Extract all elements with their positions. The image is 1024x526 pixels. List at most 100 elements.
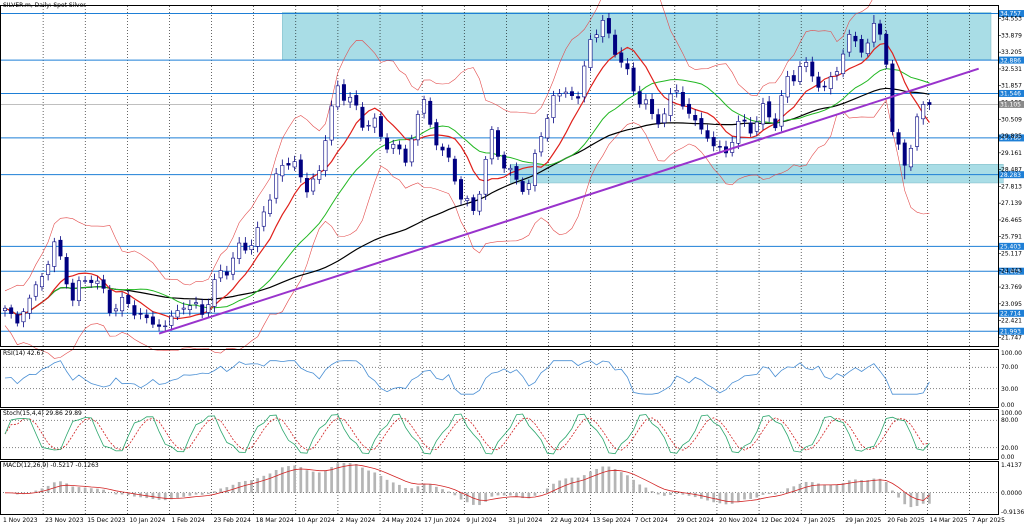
candle-body [705, 130, 710, 139]
y-tick-label: 33.879 [1001, 32, 1022, 39]
candle-body [329, 105, 334, 141]
candle-body [865, 42, 870, 54]
y-tick-label: 24.443 [1001, 267, 1022, 274]
candle-body [797, 66, 802, 82]
candle-body [95, 280, 100, 284]
candle-body [896, 132, 901, 145]
candle-body [101, 279, 106, 289]
x-tick-label: 31 Jul 2024 [508, 517, 542, 524]
candle-body [828, 76, 833, 89]
candle-body [261, 211, 266, 227]
x-tick-label: 1 Feb 2024 [171, 517, 205, 524]
x-tick-label: 20 Feb 2025 [887, 517, 925, 524]
candle-body [267, 199, 272, 214]
candle-body [526, 183, 531, 190]
candle-body [107, 289, 112, 314]
y-tick-label: 23.769 [1001, 284, 1022, 291]
pane-level-label: 20.00 [1001, 445, 1018, 452]
candle-body [341, 84, 346, 101]
candle-body [884, 33, 889, 65]
candle-body [231, 257, 236, 275]
candle-body [915, 116, 920, 147]
candle-body [785, 76, 790, 98]
candle-body [15, 314, 20, 324]
candle-body [834, 71, 839, 76]
candle-body [132, 305, 137, 316]
x-tick-label: 1 Nov 2023 [3, 517, 38, 524]
y-tick-label: 33.205 [1001, 49, 1022, 56]
candle-body [422, 99, 427, 114]
candle-body [9, 307, 14, 314]
x-tick-label: 2 May 2024 [340, 517, 375, 524]
candle-body [150, 316, 155, 325]
candle-body [717, 146, 722, 148]
candle-body [46, 264, 51, 275]
candle-body [532, 153, 537, 186]
x-tick-label: 10 Jan 2024 [129, 517, 165, 524]
y-tick-label: 29.161 [1001, 150, 1022, 157]
candle-body [847, 34, 852, 53]
candle-body [711, 137, 716, 147]
candle-body [317, 170, 322, 180]
pane-level-label: 0.0000 [1001, 490, 1022, 497]
candle-body [83, 280, 88, 282]
y-tick-label: 32.531 [1001, 66, 1022, 73]
candle-body [539, 136, 544, 153]
x-tick-label: 18 Mar 2024 [256, 517, 294, 524]
candle-body [366, 124, 371, 127]
y-tick-label: 27.139 [1001, 200, 1022, 207]
y-tick-label: 26.465 [1001, 217, 1022, 224]
y-tick-label: 25.791 [1001, 234, 1022, 241]
candle-body [927, 102, 932, 105]
chart-title: SILVER.m, Daily: Spot Silver [3, 2, 86, 9]
candle-body [878, 23, 883, 35]
x-tick-label: 12 Dec 2024 [761, 517, 800, 524]
candle-body [613, 34, 618, 55]
candle-body [58, 239, 63, 257]
candle-body [224, 271, 229, 276]
candle-body [434, 122, 439, 146]
pane-level-label: 70.00 [1001, 364, 1018, 371]
candle-body [773, 118, 778, 129]
x-tick-label: 15 Dec 2023 [87, 517, 126, 524]
stoch-label: Stoch(15,4,4) 29.86 29.89 [3, 410, 82, 417]
candle-body [237, 242, 242, 259]
candle-body [138, 313, 143, 315]
candle-body [662, 113, 667, 124]
candle-body [378, 116, 383, 137]
candle-body [64, 257, 69, 285]
candle-body [372, 117, 377, 128]
candle-body [409, 138, 414, 163]
pane-level-label: -0.9136 [1001, 509, 1024, 516]
pane-level-label: 80.00 [1001, 417, 1018, 424]
candle-body [767, 101, 772, 118]
candle-body [508, 167, 513, 171]
x-tick-label: 13 Sep 2024 [593, 517, 631, 524]
candle-body [489, 129, 494, 160]
candle-body [397, 144, 402, 150]
y-tick-label: 31.857 [1001, 83, 1022, 90]
candle-body [212, 279, 217, 307]
x-tick-label: 9 Jul 2024 [466, 517, 496, 524]
trading-chart[interactable]: 34.75732.88631.54629.76028.28325.40324.4… [0, 0, 1024, 526]
candle-body [298, 159, 303, 178]
candle-body [76, 280, 81, 302]
pane-level-label: 0.00 [1001, 402, 1015, 409]
candle-body [545, 118, 550, 139]
candle-body [280, 165, 285, 177]
candle-body [606, 18, 611, 34]
pane-level-label: 0.00 [1001, 454, 1015, 461]
candle-body [440, 146, 445, 151]
y-tick-label: 29.835 [1001, 133, 1022, 140]
x-tick-label: 29 Oct 2024 [677, 517, 714, 524]
candle-body [218, 270, 223, 279]
candle-body [274, 173, 279, 199]
candle-body [600, 20, 605, 38]
candle-body [21, 311, 26, 323]
current-price-label: 31.105 [1000, 102, 1021, 109]
candle-body [348, 96, 353, 103]
level-tag-label: 32.886 [1000, 57, 1021, 64]
x-tick-label: 29 Jan 2025 [845, 517, 881, 524]
candle-body [113, 308, 118, 312]
y-tick-label: 25.117 [1001, 250, 1022, 257]
